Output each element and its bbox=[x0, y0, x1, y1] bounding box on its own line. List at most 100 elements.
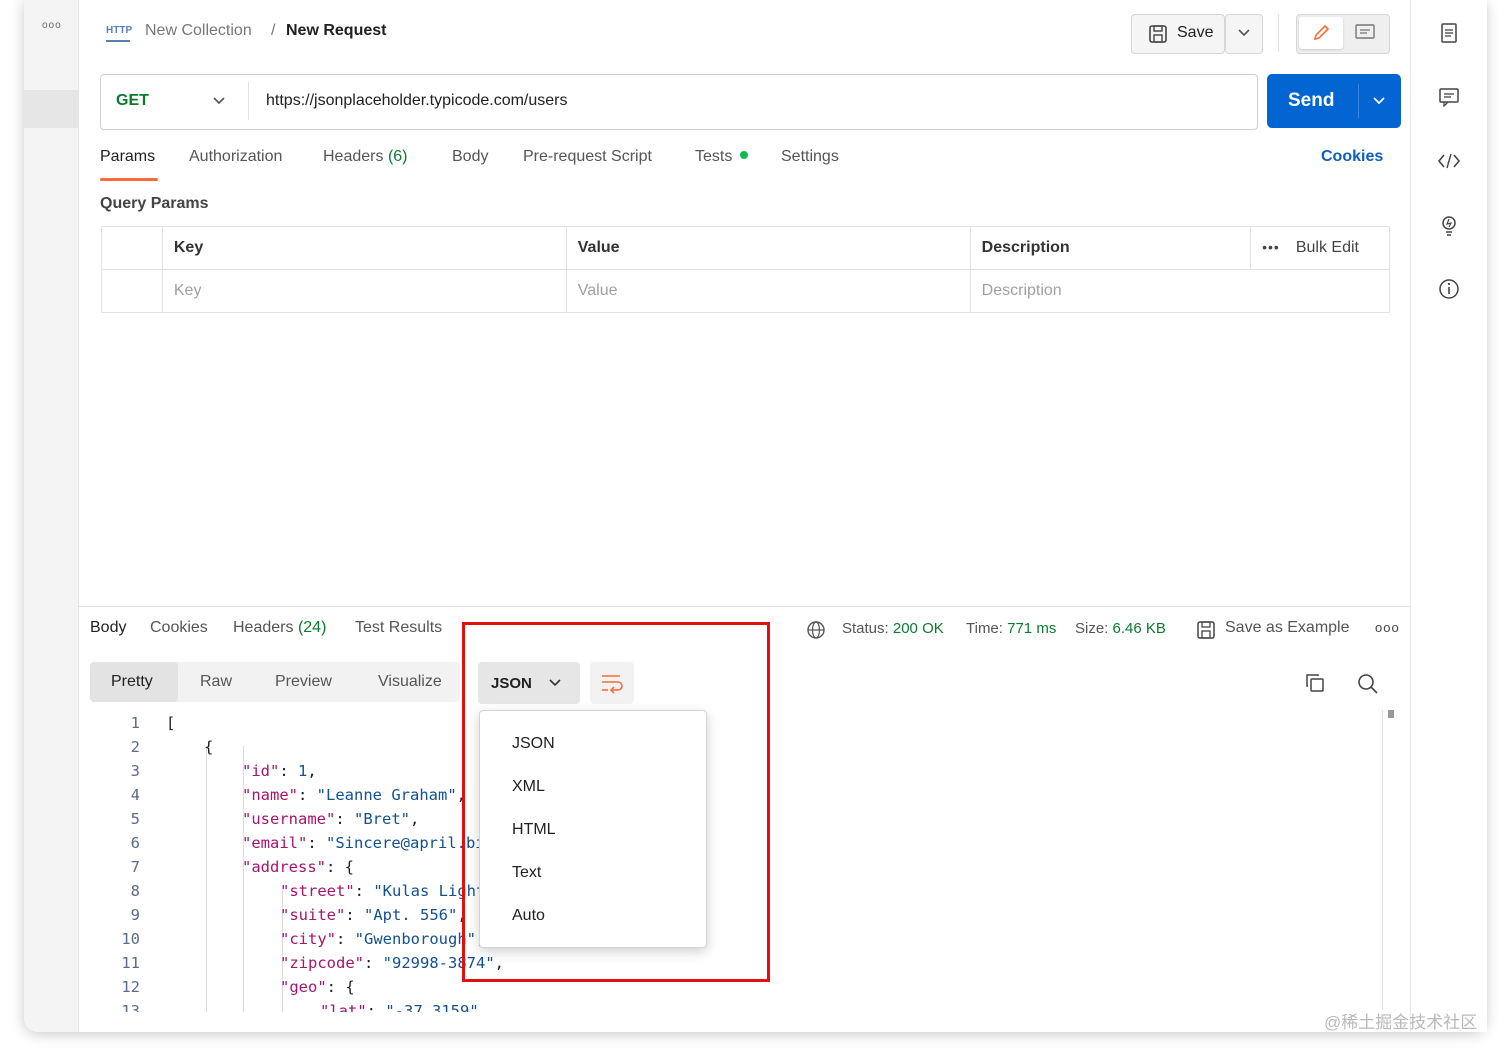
line-number: 8 bbox=[130, 882, 140, 900]
value-column-header: Value bbox=[565, 226, 971, 270]
save-dropdown-button[interactable] bbox=[1225, 14, 1263, 54]
response-tab-test-results[interactable]: Test Results bbox=[355, 619, 442, 637]
breadcrumb-separator: / bbox=[271, 22, 276, 39]
chevron-down-icon bbox=[1238, 29, 1250, 37]
bulk-edit-button[interactable]: Bulk Edit bbox=[1296, 239, 1359, 256]
send-button[interactable]: Send bbox=[1267, 74, 1401, 128]
save-icon bbox=[1197, 621, 1215, 639]
tab-settings[interactable]: Settings bbox=[781, 148, 839, 172]
header-divider bbox=[1278, 14, 1279, 52]
description-column-header: Description bbox=[969, 226, 1252, 270]
http-icon: HTTP bbox=[106, 22, 132, 42]
line-number: 1 bbox=[130, 714, 140, 732]
breadcrumb-request: New Request bbox=[286, 22, 387, 39]
value-input[interactable]: Value bbox=[565, 269, 971, 313]
response-tab-body[interactable]: Body bbox=[90, 619, 126, 637]
code-icon bbox=[1437, 153, 1461, 169]
tab-params[interactable]: Params bbox=[100, 148, 155, 172]
document-icon bbox=[1441, 23, 1457, 43]
response-tab-headers[interactable]: Headers (24) bbox=[233, 619, 326, 637]
bulk-edit-cell: ••• Bulk Edit bbox=[1250, 226, 1390, 270]
edit-comment-toggle[interactable] bbox=[1296, 14, 1390, 54]
params-table: Key Value Description ••• Bulk Edit Key V… bbox=[101, 226, 1391, 313]
globe-icon[interactable] bbox=[806, 620, 826, 640]
breadcrumb-collection[interactable]: New Collection bbox=[145, 22, 252, 40]
key-input[interactable]: Key bbox=[161, 269, 567, 313]
cookies-link[interactable]: Cookies bbox=[1321, 148, 1383, 172]
more-options-icon[interactable]: ••• bbox=[1262, 239, 1280, 255]
lightbulb-icon bbox=[1442, 216, 1456, 236]
code-line: "name": "Leanne Graham", bbox=[242, 786, 466, 804]
documentation-button[interactable] bbox=[1432, 16, 1466, 50]
right-toolbar bbox=[1410, 0, 1487, 1032]
send-divider bbox=[1358, 84, 1359, 118]
method-select[interactable]: GET bbox=[116, 74, 226, 128]
line-number: 3 bbox=[130, 762, 140, 780]
tests-status-dot bbox=[739, 151, 748, 159]
line-number: 9 bbox=[130, 906, 140, 924]
copy-icon[interactable] bbox=[1304, 672, 1326, 694]
bulb-button[interactable] bbox=[1432, 208, 1466, 242]
indent-guide bbox=[206, 746, 207, 1012]
sidebar-selected-item[interactable] bbox=[24, 90, 78, 128]
line-number: 6 bbox=[130, 834, 140, 852]
code-line: "city": "Gwenborough", bbox=[280, 930, 485, 948]
tab-pre-request-script[interactable]: Pre-request Script bbox=[523, 148, 652, 172]
tab-tests[interactable]: Tests bbox=[695, 148, 748, 172]
query-params-title: Query Params bbox=[100, 195, 209, 212]
search-icon[interactable] bbox=[1356, 672, 1380, 696]
code-line: { bbox=[204, 738, 214, 756]
tab-headers[interactable]: Headers (6) bbox=[323, 148, 408, 172]
chevron-down-icon bbox=[1373, 97, 1385, 105]
comments-button[interactable] bbox=[1432, 80, 1466, 114]
comment-icon bbox=[1439, 88, 1459, 107]
response-tab-cookies[interactable]: Cookies bbox=[150, 619, 208, 637]
checkbox-column-header bbox=[101, 226, 163, 270]
line-number: 10 bbox=[121, 930, 140, 948]
scrollbar-thumb[interactable] bbox=[1388, 710, 1394, 718]
line-number: 12 bbox=[121, 978, 140, 996]
highlight-annotation-box bbox=[462, 622, 770, 982]
save-button[interactable]: Save bbox=[1131, 14, 1225, 54]
response-time[interactable]: Time: 771 ms bbox=[966, 620, 1056, 637]
table-row: Key Value Description bbox=[101, 269, 1391, 313]
code-line: [ bbox=[166, 714, 176, 732]
line-number: 4 bbox=[130, 786, 140, 804]
response-divider bbox=[78, 606, 1410, 607]
info-button[interactable] bbox=[1432, 272, 1466, 306]
info-icon bbox=[1439, 279, 1459, 299]
code-line: "suite": "Apt. 556", bbox=[280, 906, 467, 924]
row-checkbox-cell bbox=[101, 269, 163, 313]
description-input[interactable]: Description bbox=[969, 269, 1391, 313]
key-column-header: Key bbox=[161, 226, 567, 270]
code-line: "id": 1, bbox=[242, 762, 317, 780]
code-snippet-button[interactable] bbox=[1432, 144, 1466, 178]
more-icon[interactable]: ooo bbox=[42, 20, 62, 31]
send-label: Send bbox=[1288, 90, 1335, 111]
view-mode-visualize[interactable]: Visualize bbox=[378, 662, 442, 702]
response-size[interactable]: Size: 6.46 KB bbox=[1075, 620, 1166, 637]
code-line: "lat": "-37.3159", bbox=[320, 1002, 489, 1012]
edit-toggle-selected[interactable] bbox=[1299, 17, 1343, 49]
tab-body[interactable]: Body bbox=[452, 148, 488, 172]
active-tab-underline bbox=[100, 178, 158, 181]
view-mode-raw[interactable]: Raw bbox=[200, 662, 232, 702]
chevron-down-icon bbox=[213, 97, 225, 105]
editor-scrollbar[interactable] bbox=[1382, 710, 1383, 1010]
code-line: "address": { bbox=[242, 858, 355, 876]
line-number: 7 bbox=[130, 858, 140, 876]
line-number: 2 bbox=[130, 738, 140, 756]
url-input[interactable]: https://jsonplaceholder.typicode.com/use… bbox=[266, 74, 568, 128]
table-header-row: Key Value Description ••• Bulk Edit bbox=[101, 226, 1390, 270]
more-options-icon[interactable]: ooo bbox=[1375, 620, 1400, 635]
pencil-icon bbox=[1313, 24, 1330, 41]
method-label: GET bbox=[116, 92, 149, 109]
save-label: Save bbox=[1177, 24, 1214, 41]
response-status[interactable]: Status: 200 OK bbox=[842, 620, 944, 637]
line-number: 13 bbox=[121, 1002, 140, 1012]
tab-authorization[interactable]: Authorization bbox=[189, 148, 282, 172]
view-mode-pretty[interactable]: Pretty bbox=[111, 662, 153, 702]
line-number: 11 bbox=[121, 954, 140, 972]
save-as-example-button[interactable]: Save as Example bbox=[1225, 619, 1350, 637]
view-mode-preview[interactable]: Preview bbox=[275, 662, 332, 702]
